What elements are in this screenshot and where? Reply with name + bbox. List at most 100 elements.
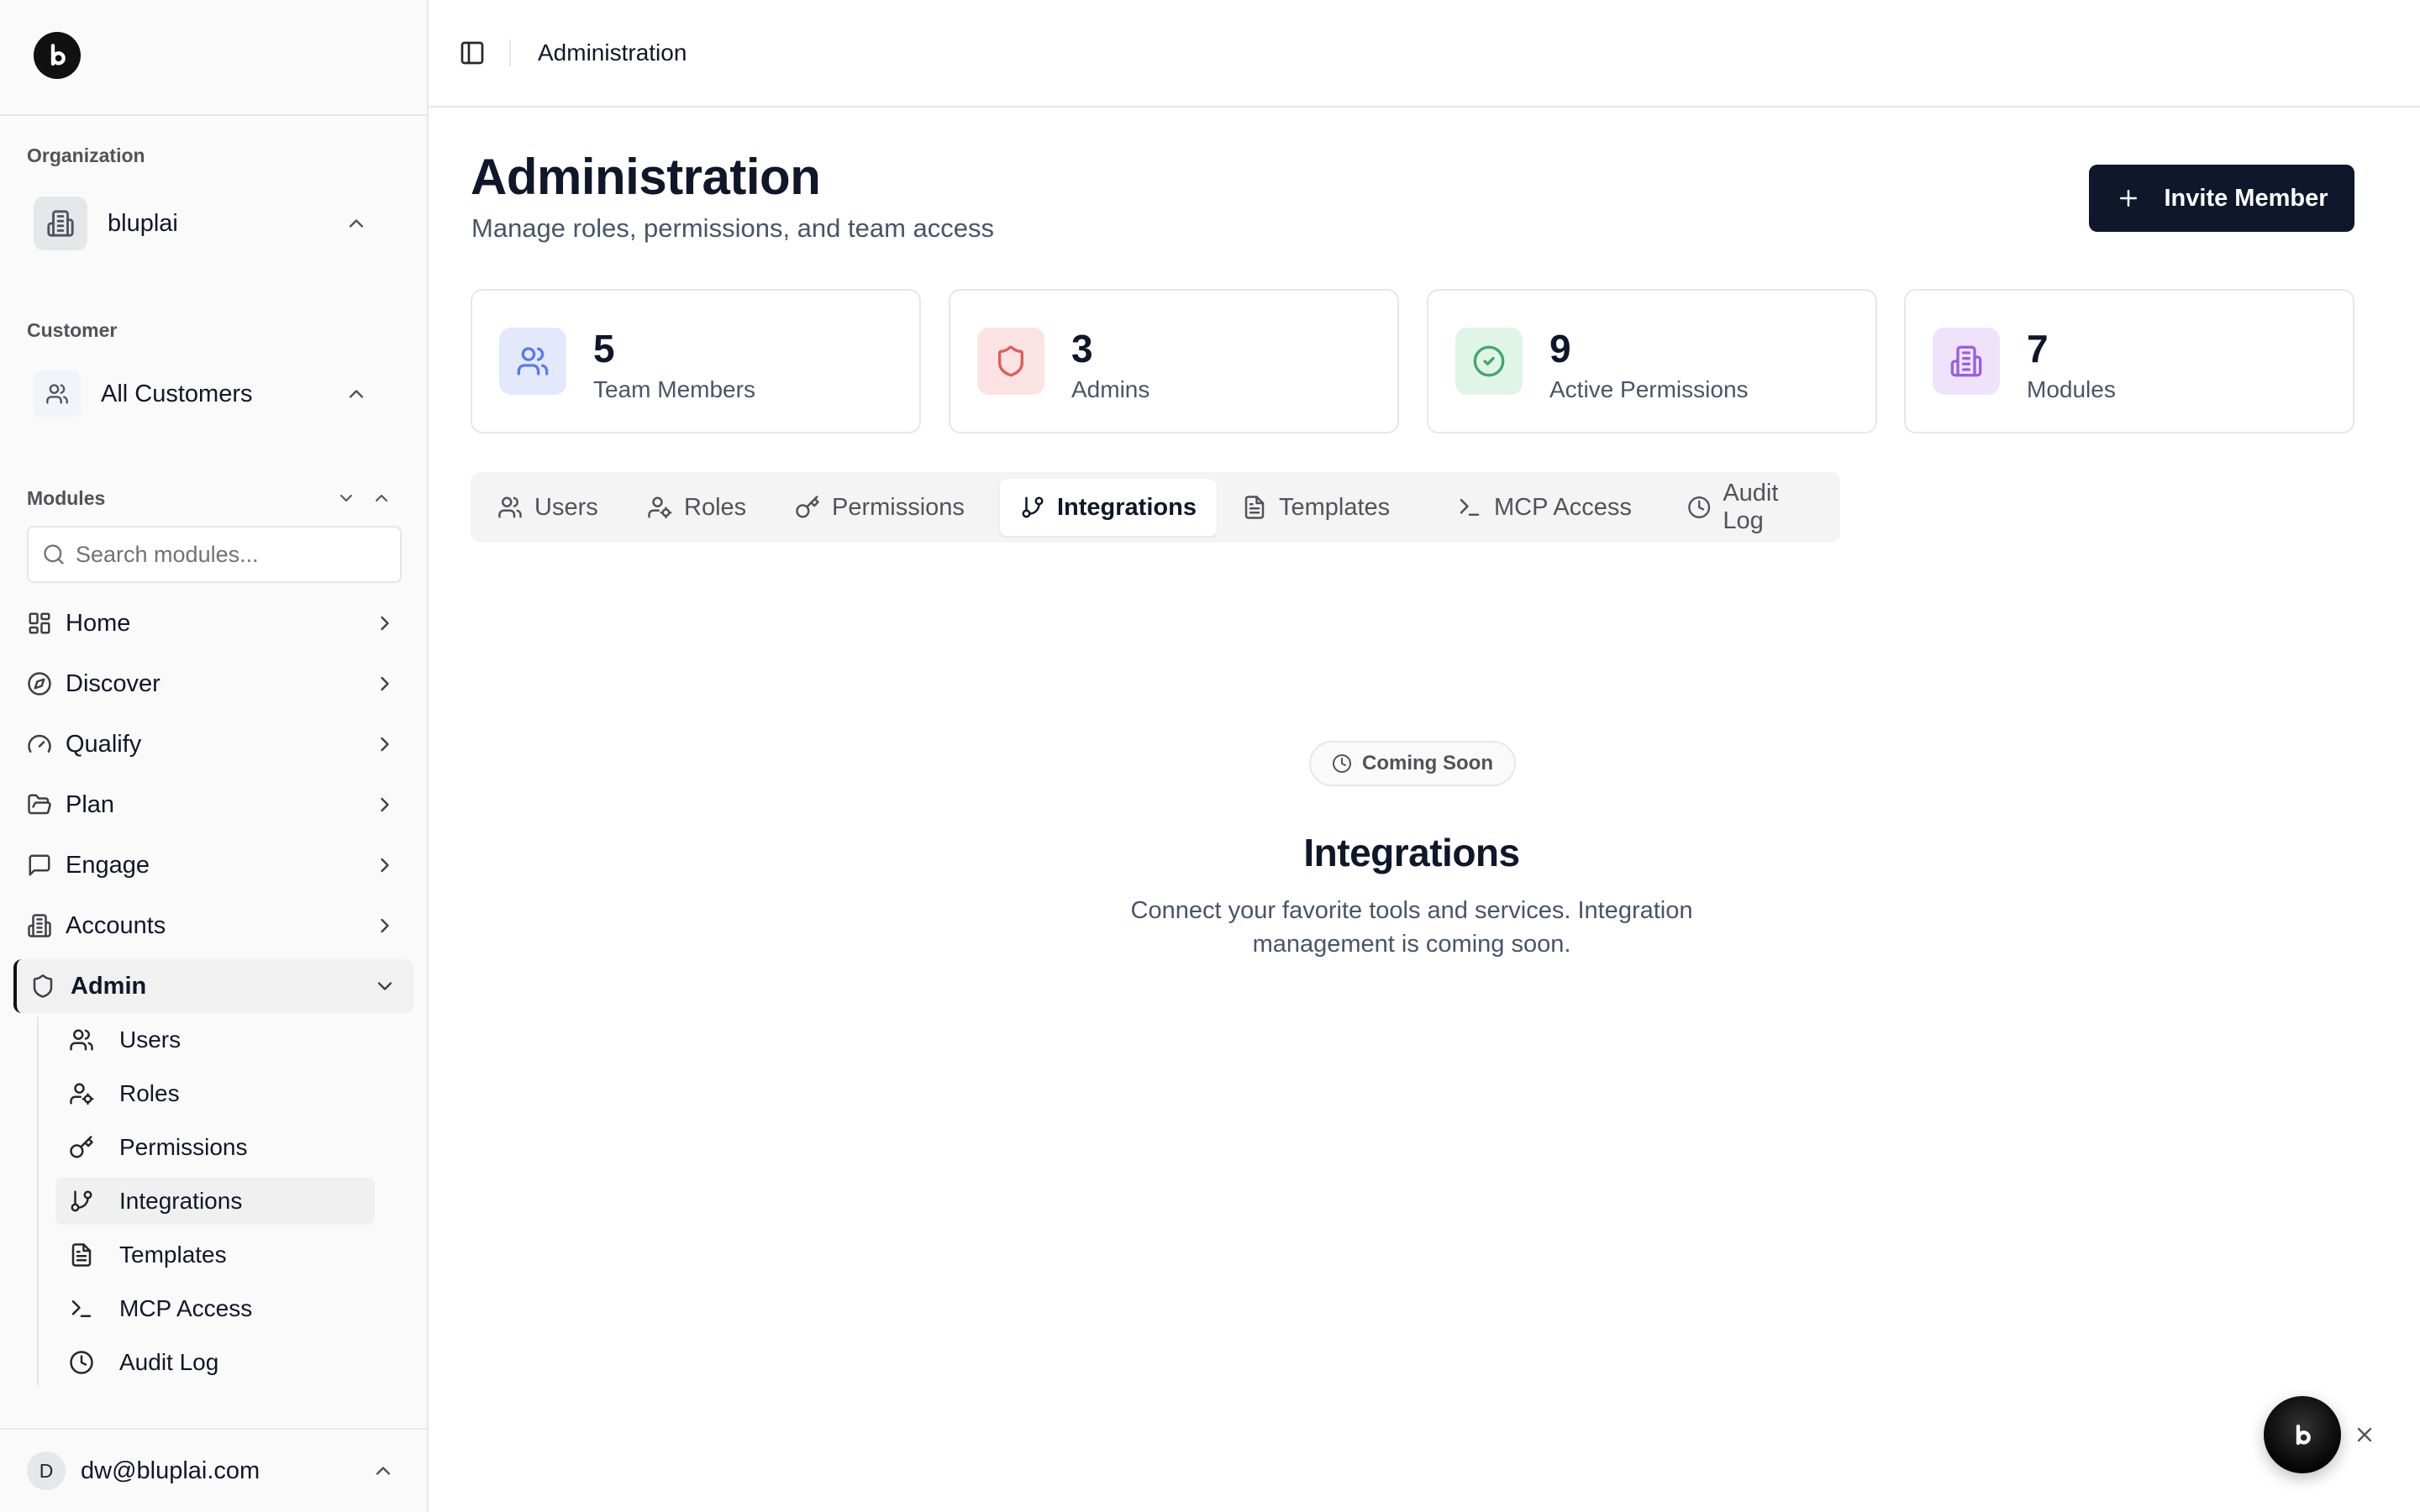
nav-item-label: Home [66, 609, 131, 637]
organization-name: bluplai [108, 209, 178, 237]
tab-mcp-access[interactable]: MCP Access [1437, 479, 1652, 536]
status-badge: Coming Soon [1309, 741, 1516, 786]
sidebar-subitem-audit-log[interactable]: Audit Log [55, 1339, 375, 1386]
users-icon [497, 495, 523, 520]
tab-templates[interactable]: Templates [1222, 479, 1410, 536]
customer-switcher[interactable]: All Customers [27, 366, 405, 422]
shield-icon [30, 974, 55, 999]
building-icon [46, 209, 75, 238]
git-branch-icon [1020, 495, 1045, 520]
empty-state-title: Integrations [1303, 831, 1520, 874]
tab-permissions[interactable]: Permissions [775, 479, 985, 536]
stat-icon-box [499, 328, 566, 395]
chevron-down-icon[interactable] [336, 488, 356, 508]
user-cog-icon [647, 495, 672, 520]
badge-label: Coming Soon [1362, 752, 1493, 774]
sidebar-toggle-icon[interactable] [459, 39, 486, 66]
tab-roles[interactable]: Roles [627, 479, 766, 536]
chevron-down-icon [373, 974, 397, 998]
gauge-icon [27, 732, 52, 757]
invite-member-button[interactable]: Invite Member [2089, 165, 2354, 232]
compass-icon [27, 671, 52, 696]
module-search-input[interactable] [76, 541, 395, 568]
sidebar-subitem-templates[interactable]: Templates [55, 1231, 375, 1278]
subitem-label: Audit Log [119, 1349, 219, 1375]
stat-label: Admins [1071, 376, 1150, 402]
folder-open-icon [27, 792, 52, 817]
user-cog-icon [69, 1081, 94, 1106]
tab-audit-log[interactable]: Audit Log [1667, 479, 1840, 536]
stat-label: Team Members [593, 376, 755, 402]
key-icon [795, 495, 820, 520]
subitem-label: Roles [119, 1080, 180, 1106]
sidebar-subitem-roles[interactable]: Roles [55, 1070, 375, 1117]
organization-switcher[interactable]: bluplai [27, 186, 405, 260]
nav-item-admin[interactable]: Admin [13, 959, 413, 1013]
stat-value: 5 [593, 327, 615, 370]
assistant-launcher-button[interactable] [2264, 1396, 2341, 1473]
chevron-right-icon [373, 672, 397, 696]
stat-icon-box [1933, 328, 2000, 395]
sidebar: Organization bluplai Customer All Custom… [0, 0, 429, 1512]
terminal-icon [69, 1296, 94, 1321]
tab-label: Users [534, 493, 598, 521]
message-square-icon [27, 853, 52, 878]
app-logo[interactable] [34, 32, 81, 79]
search-icon [42, 543, 66, 566]
module-search[interactable] [27, 526, 402, 583]
file-text-icon [1242, 495, 1267, 520]
admin-tabs: Users Roles Permissions Integrations Tem… [471, 472, 1840, 543]
chevron-up-icon[interactable] [371, 488, 392, 508]
stat-value: 9 [1549, 327, 1571, 370]
nav-item-qualify[interactable]: Qualify [13, 717, 413, 771]
user-menu[interactable]: D dw@bluplai.com [0, 1428, 427, 1512]
avatar: D [27, 1452, 66, 1490]
chevron-up-icon [345, 382, 368, 406]
stat-card-team-members: 5 Team Members [471, 289, 921, 433]
close-icon[interactable] [2353, 1423, 2376, 1446]
organization-avatar [34, 197, 87, 250]
empty-state-description: Connect your favorite tools and services… [1130, 897, 1693, 958]
tab-users[interactable]: Users [477, 479, 618, 536]
tab-label: Integrations [1057, 493, 1197, 521]
building-icon [27, 913, 52, 938]
tab-label: Permissions [832, 493, 965, 521]
nav-item-label: Accounts [66, 911, 166, 939]
nav-item-home[interactable]: Home [13, 596, 413, 650]
nav-item-discover[interactable]: Discover [13, 657, 413, 711]
git-branch-icon [69, 1189, 94, 1214]
organization-label: Organization [27, 144, 145, 166]
chevron-right-icon [373, 793, 397, 816]
sidebar-subitem-permissions[interactable]: Permissions [55, 1124, 375, 1171]
building-icon [1949, 344, 1983, 378]
nav-item-label: Qualify [66, 730, 142, 758]
tab-integrations[interactable]: Integrations [1000, 479, 1217, 536]
subitem-label: MCP Access [119, 1295, 253, 1321]
subitem-label: Users [119, 1026, 182, 1053]
terminal-icon [1457, 495, 1482, 520]
subitem-label: Permissions [119, 1134, 248, 1160]
customer-avatar [34, 370, 81, 417]
tab-label: Audit Log [1723, 480, 1779, 534]
top-bar: Administration [429, 0, 2420, 108]
user-email: dw@bluplai.com [81, 1457, 260, 1484]
nav-item-engage[interactable]: Engage [13, 838, 413, 892]
subitem-label: Integrations [119, 1188, 243, 1214]
sidebar-divider [0, 114, 429, 116]
clock-icon [1332, 753, 1352, 774]
modules-label: Modules [27, 486, 106, 509]
stat-icon-box [977, 328, 1044, 395]
sidebar-subitem-integrations[interactable]: Integrations [55, 1178, 375, 1225]
nav-item-plan[interactable]: Plan [13, 778, 413, 832]
grid-icon [27, 611, 52, 636]
nav-item-label: Admin [71, 972, 147, 1000]
nav-item-accounts[interactable]: Accounts [13, 899, 413, 953]
sidebar-subitem-mcp-access[interactable]: MCP Access [55, 1285, 375, 1332]
page-title: Administration [471, 149, 821, 205]
submenu-guide-line [37, 1016, 39, 1386]
clock-icon [69, 1350, 94, 1375]
nav-item-label: Engage [66, 851, 150, 879]
sidebar-subitem-users[interactable]: Users [55, 1016, 375, 1063]
chevron-right-icon [373, 853, 397, 877]
chevron-right-icon [373, 732, 397, 756]
